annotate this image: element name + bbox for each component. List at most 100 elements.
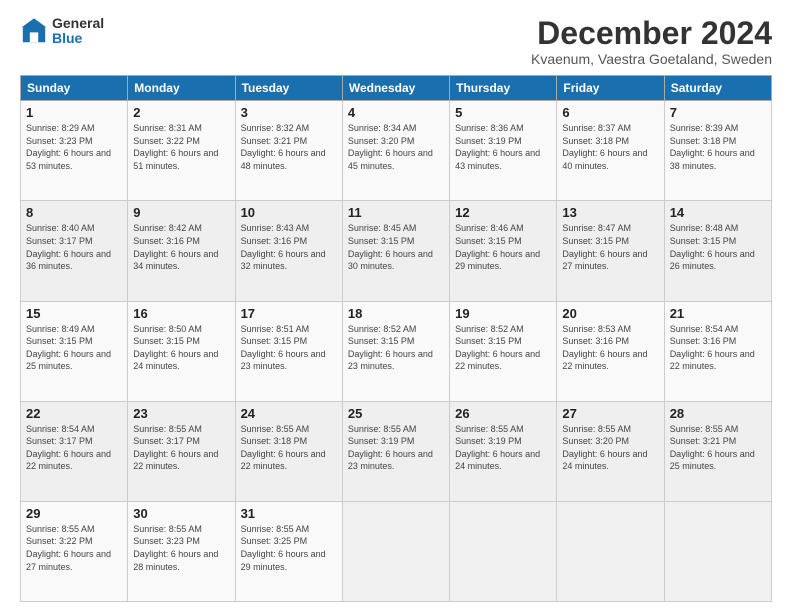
day-number: 8	[26, 205, 122, 220]
day-info: Sunrise: 8:54 AMSunset: 3:17 PMDaylight:…	[26, 423, 122, 473]
day-info: Sunrise: 8:55 AMSunset: 3:25 PMDaylight:…	[241, 523, 337, 573]
day-info: Sunrise: 8:55 AMSunset: 3:19 PMDaylight:…	[348, 423, 444, 473]
day-info: Sunrise: 8:49 AMSunset: 3:15 PMDaylight:…	[26, 323, 122, 373]
day-number: 4	[348, 105, 444, 120]
logo: General Blue	[20, 16, 104, 47]
day-number: 10	[241, 205, 337, 220]
calendar-cell	[557, 501, 664, 601]
day-info: Sunrise: 8:43 AMSunset: 3:16 PMDaylight:…	[241, 222, 337, 272]
logo-general: General	[52, 16, 104, 31]
day-info: Sunrise: 8:55 AMSunset: 3:18 PMDaylight:…	[241, 423, 337, 473]
day-number: 24	[241, 406, 337, 421]
day-number: 13	[562, 205, 658, 220]
day-info: Sunrise: 8:55 AMSunset: 3:22 PMDaylight:…	[26, 523, 122, 573]
calendar-cell: 23 Sunrise: 8:55 AMSunset: 3:17 PMDayligh…	[128, 401, 235, 501]
calendar-week-3: 15 Sunrise: 8:49 AMSunset: 3:15 PMDayligh…	[21, 301, 772, 401]
day-info: Sunrise: 8:47 AMSunset: 3:15 PMDaylight:…	[562, 222, 658, 272]
calendar: Sunday Monday Tuesday Wednesday Thursday…	[20, 75, 772, 602]
calendar-cell: 9 Sunrise: 8:42 AMSunset: 3:16 PMDaylight…	[128, 201, 235, 301]
calendar-cell: 25 Sunrise: 8:55 AMSunset: 3:19 PMDayligh…	[342, 401, 449, 501]
col-tuesday: Tuesday	[235, 76, 342, 101]
day-number: 14	[670, 205, 766, 220]
day-info: Sunrise: 8:29 AMSunset: 3:23 PMDaylight:…	[26, 122, 122, 172]
day-number: 19	[455, 306, 551, 321]
day-info: Sunrise: 8:42 AMSunset: 3:16 PMDaylight:…	[133, 222, 229, 272]
calendar-cell: 15 Sunrise: 8:49 AMSunset: 3:15 PMDayligh…	[21, 301, 128, 401]
col-thursday: Thursday	[450, 76, 557, 101]
day-info: Sunrise: 8:55 AMSunset: 3:17 PMDaylight:…	[133, 423, 229, 473]
calendar-cell	[450, 501, 557, 601]
day-info: Sunrise: 8:52 AMSunset: 3:15 PMDaylight:…	[348, 323, 444, 373]
calendar-cell: 6 Sunrise: 8:37 AMSunset: 3:18 PMDaylight…	[557, 101, 664, 201]
day-info: Sunrise: 8:55 AMSunset: 3:21 PMDaylight:…	[670, 423, 766, 473]
logo-text: General Blue	[52, 16, 104, 47]
calendar-cell: 8 Sunrise: 8:40 AMSunset: 3:17 PMDaylight…	[21, 201, 128, 301]
day-info: Sunrise: 8:53 AMSunset: 3:16 PMDaylight:…	[562, 323, 658, 373]
day-info: Sunrise: 8:52 AMSunset: 3:15 PMDaylight:…	[455, 323, 551, 373]
day-number: 28	[670, 406, 766, 421]
calendar-cell: 12Sunrise: 8:46 AMSunset: 3:15 PMDayligh…	[450, 201, 557, 301]
col-wednesday: Wednesday	[342, 76, 449, 101]
day-info: Sunrise: 8:40 AMSunset: 3:17 PMDaylight:…	[26, 222, 122, 272]
day-info: Sunrise: 8:55 AMSunset: 3:23 PMDaylight:…	[133, 523, 229, 573]
day-number: 9	[133, 205, 229, 220]
calendar-cell: 10 Sunrise: 8:43 AMSunset: 3:16 PMDayligh…	[235, 201, 342, 301]
day-number: 20	[562, 306, 658, 321]
calendar-cell: 4 Sunrise: 8:34 AMSunset: 3:20 PMDaylight…	[342, 101, 449, 201]
calendar-cell: 29Sunrise: 8:55 AMSunset: 3:22 PMDayligh…	[21, 501, 128, 601]
main-title: December 2024	[531, 16, 772, 51]
day-number: 15	[26, 306, 122, 321]
calendar-cell: 3Sunrise: 8:32 AMSunset: 3:21 PMDaylight…	[235, 101, 342, 201]
calendar-cell: 2 Sunrise: 8:31 AMSunset: 3:22 PMDaylight…	[128, 101, 235, 201]
calendar-cell: 31Sunrise: 8:55 AMSunset: 3:25 PMDayligh…	[235, 501, 342, 601]
day-number: 2	[133, 105, 229, 120]
col-friday: Friday	[557, 76, 664, 101]
day-number: 5	[455, 105, 551, 120]
calendar-page: General Blue December 2024 Kvaenum, Vaes…	[0, 0, 792, 612]
day-info: Sunrise: 8:37 AMSunset: 3:18 PMDaylight:…	[562, 122, 658, 172]
calendar-cell: 7 Sunrise: 8:39 AMSunset: 3:18 PMDaylight…	[664, 101, 771, 201]
day-number: 23	[133, 406, 229, 421]
day-number: 6	[562, 105, 658, 120]
calendar-week-4: 22 Sunrise: 8:54 AMSunset: 3:17 PMDayligh…	[21, 401, 772, 501]
day-info: Sunrise: 8:34 AMSunset: 3:20 PMDaylight:…	[348, 122, 444, 172]
calendar-cell: 19 Sunrise: 8:52 AMSunset: 3:15 PMDayligh…	[450, 301, 557, 401]
calendar-cell: 21Sunrise: 8:54 AMSunset: 3:16 PMDayligh…	[664, 301, 771, 401]
day-info: Sunrise: 8:32 AMSunset: 3:21 PMDaylight:…	[241, 122, 337, 172]
header: General Blue December 2024 Kvaenum, Vaes…	[20, 16, 772, 67]
calendar-cell: 16Sunrise: 8:50 AMSunset: 3:15 PMDayligh…	[128, 301, 235, 401]
day-number: 26	[455, 406, 551, 421]
day-number: 17	[241, 306, 337, 321]
day-info: Sunrise: 8:55 AMSunset: 3:20 PMDaylight:…	[562, 423, 658, 473]
calendar-cell: 13 Sunrise: 8:47 AMSunset: 3:15 PMDayligh…	[557, 201, 664, 301]
day-info: Sunrise: 8:51 AMSunset: 3:15 PMDaylight:…	[241, 323, 337, 373]
calendar-week-2: 8 Sunrise: 8:40 AMSunset: 3:17 PMDaylight…	[21, 201, 772, 301]
calendar-week-5: 29Sunrise: 8:55 AMSunset: 3:22 PMDayligh…	[21, 501, 772, 601]
day-number: 7	[670, 105, 766, 120]
calendar-cell: 1Sunrise: 8:29 AMSunset: 3:23 PMDaylight…	[21, 101, 128, 201]
calendar-cell: 14 Sunrise: 8:48 AMSunset: 3:15 PMDayligh…	[664, 201, 771, 301]
day-number: 30	[133, 506, 229, 521]
day-info: Sunrise: 8:48 AMSunset: 3:15 PMDaylight:…	[670, 222, 766, 272]
day-number: 21	[670, 306, 766, 321]
day-number: 27	[562, 406, 658, 421]
logo-blue: Blue	[52, 31, 104, 46]
logo-icon	[20, 17, 48, 45]
calendar-header-row: Sunday Monday Tuesday Wednesday Thursday…	[21, 76, 772, 101]
subtitle: Kvaenum, Vaestra Goetaland, Sweden	[531, 51, 772, 67]
calendar-cell: 11 Sunrise: 8:45 AMSunset: 3:15 PMDayligh…	[342, 201, 449, 301]
calendar-cell: 22 Sunrise: 8:54 AMSunset: 3:17 PMDayligh…	[21, 401, 128, 501]
calendar-cell: 5 Sunrise: 8:36 AMSunset: 3:19 PMDaylight…	[450, 101, 557, 201]
day-info: Sunrise: 8:31 AMSunset: 3:22 PMDaylight:…	[133, 122, 229, 172]
day-info: Sunrise: 8:45 AMSunset: 3:15 PMDaylight:…	[348, 222, 444, 272]
day-info: Sunrise: 8:39 AMSunset: 3:18 PMDaylight:…	[670, 122, 766, 172]
day-number: 11	[348, 205, 444, 220]
day-number: 18	[348, 306, 444, 321]
calendar-cell: 20 Sunrise: 8:53 AMSunset: 3:16 PMDayligh…	[557, 301, 664, 401]
day-number: 22	[26, 406, 122, 421]
col-sunday: Sunday	[21, 76, 128, 101]
day-info: Sunrise: 8:55 AMSunset: 3:19 PMDaylight:…	[455, 423, 551, 473]
calendar-cell: 17 Sunrise: 8:51 AMSunset: 3:15 PMDayligh…	[235, 301, 342, 401]
day-number: 25	[348, 406, 444, 421]
day-info: Sunrise: 8:36 AMSunset: 3:19 PMDaylight:…	[455, 122, 551, 172]
